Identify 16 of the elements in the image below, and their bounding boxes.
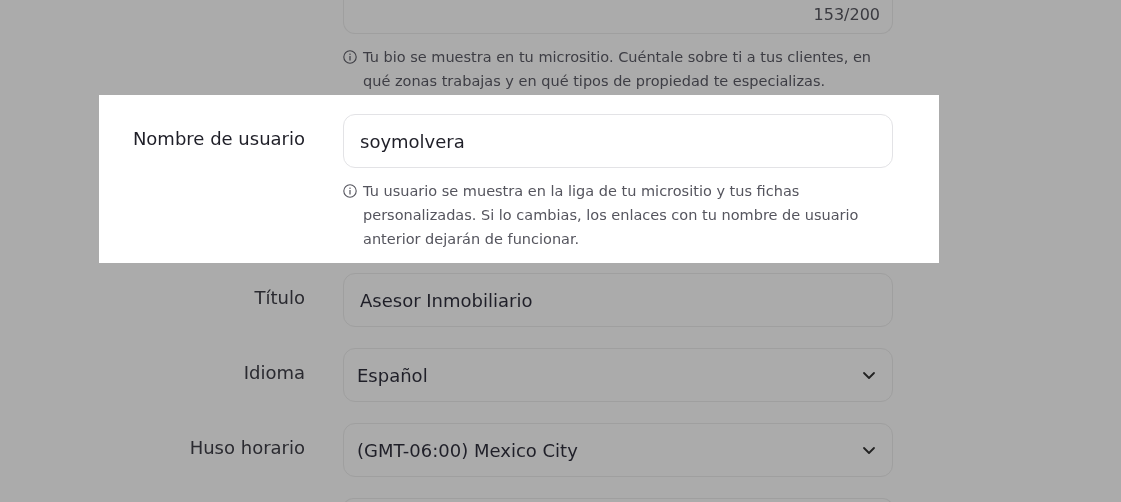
- input-field[interactable]: soymolvera: [343, 114, 893, 168]
- field-label: Idioma: [243, 362, 305, 383]
- bio-textarea[interactable]: 153/200: [343, 0, 893, 34]
- field-label: Título: [254, 287, 305, 308]
- input-field[interactable]: Asesor Inmobiliario: [343, 273, 893, 327]
- help-text: Tu usuario se muestra en la liga de tu micrositio y tus fichas personalizadas. Si lo cambias, los enlaces con tu nombre de usuario anterior dejarán de funcionar.: [363, 182, 860, 249]
- help-text: Tu bio se muestra en tu micrositio. Cuéntale sobre ti a tus clientes, en qué zonas trabajas y en qué tipos de propiedad te especializas.: [363, 48, 872, 91]
- select-field[interactable]: (GMT-06:00) Mexico City: [343, 423, 893, 477]
- field-label: Huso horario: [189, 437, 305, 458]
- info-icon: [343, 50, 357, 64]
- character-counter: 153/200: [813, 4, 880, 26]
- select-field[interactable]: Español: [343, 348, 893, 402]
- field-label: Nombre de usuario: [132, 128, 305, 149]
- chevron-down-icon: [862, 369, 876, 381]
- info-icon: [343, 184, 357, 198]
- chevron-down-icon: [862, 444, 876, 456]
